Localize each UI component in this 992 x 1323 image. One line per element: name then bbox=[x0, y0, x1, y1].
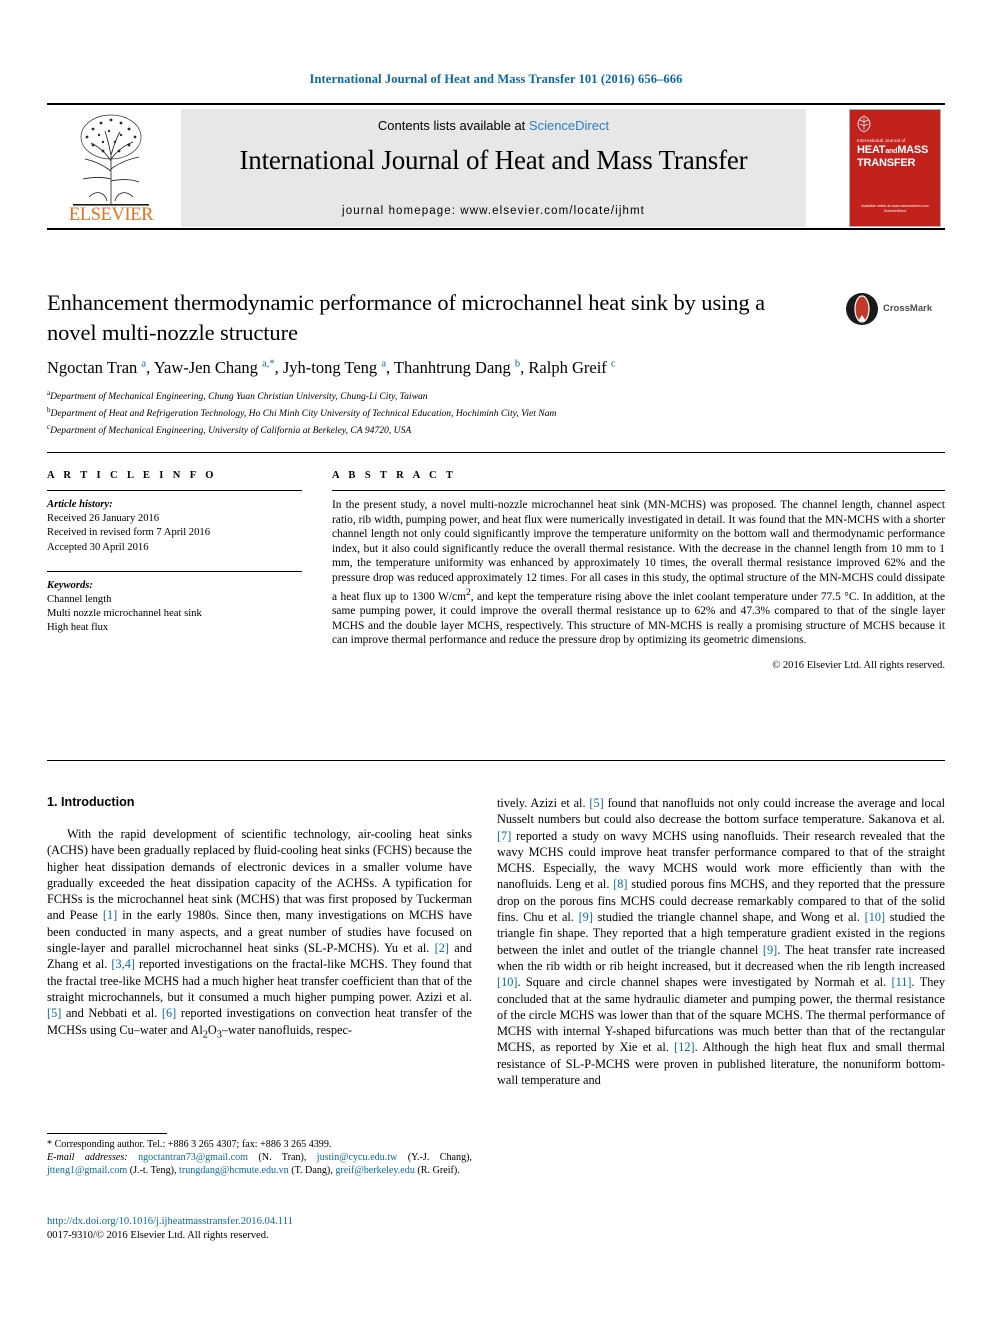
intro-paragraph-left: With the rapid development of scientific… bbox=[47, 827, 473, 1041]
cover-elsevier-mark bbox=[856, 115, 872, 133]
cover-title-line2: MASS bbox=[897, 144, 929, 156]
panel-top-rule bbox=[47, 452, 945, 453]
article-history-revised: Received in revised form 7 April 2016 bbox=[47, 527, 210, 539]
page-title: Enhancement thermodynamic performance of… bbox=[47, 290, 765, 345]
cover-footer: Available online at www.sciencedirect.co… bbox=[850, 204, 940, 214]
email-owner: (T. Dang) bbox=[291, 1165, 331, 1177]
journal-title: International Journal of Heat and Mass T… bbox=[239, 145, 748, 175]
keywords-rule bbox=[47, 570, 302, 572]
crossmark-label: CrossMark bbox=[883, 303, 933, 314]
doi-link[interactable]: http://dx.doi.org/10.1016/j.ijheatmasstr… bbox=[47, 1215, 487, 1229]
article-info-rule bbox=[47, 490, 302, 491]
corresponding-author-note: * Corresponding author. Tel.: +886 3 265… bbox=[47, 1139, 332, 1150]
panel-bottom-rule bbox=[47, 760, 945, 761]
article-info-column: A R T I C L E I N F O Article history: R… bbox=[47, 470, 302, 636]
body-right-column: tively. Azizi et al. [5] found that nano… bbox=[497, 795, 945, 1088]
crossmark-badge[interactable]: CrossMark bbox=[845, 292, 945, 332]
email-owner: (J.-t. Teng) bbox=[129, 1165, 174, 1177]
abstract-rule bbox=[332, 490, 945, 491]
email-link[interactable]: justin@cycu.edu.tw bbox=[317, 1152, 398, 1163]
paper-page: International Journal of Heat and Mass T… bbox=[0, 0, 992, 1323]
journal-homepage[interactable]: journal homepage: www.elsevier.com/locat… bbox=[181, 205, 806, 217]
article-history-received: Received 26 January 2016 bbox=[47, 513, 160, 525]
cover-title-line1: HEAT bbox=[857, 144, 886, 156]
cover-subtitle: International Journal of bbox=[857, 138, 906, 143]
article-info-heading: A R T I C L E I N F O bbox=[47, 470, 217, 481]
elsevier-wordmark: ELSEVIER bbox=[68, 205, 154, 225]
section-title-introduction: 1. Introduction bbox=[47, 795, 135, 809]
email-owner: (N. Tran) bbox=[258, 1152, 304, 1164]
cover-footer-line2: ScienceDirect bbox=[883, 209, 907, 213]
abstract-heading: A B S T R A C T bbox=[332, 470, 457, 481]
email-link[interactable]: ngoctantran73@gmail.com bbox=[138, 1152, 248, 1163]
article-history-label: Article history: bbox=[47, 499, 113, 510]
affiliation-item: bDepartment of Heat and Refrigeration Te… bbox=[47, 404, 927, 421]
contents-available-line: Contents lists available at ScienceDirec… bbox=[181, 118, 806, 133]
keywords-label: Keywords: bbox=[47, 579, 93, 591]
footer-block: http://dx.doi.org/10.1016/j.ijheatmasstr… bbox=[47, 1215, 487, 1243]
email-link[interactable]: greif@berkeley.edu bbox=[335, 1165, 415, 1176]
author-list: Ngoctan Tran a, Yaw-Jen Chang a,*, Jyh-t… bbox=[47, 358, 616, 377]
email-link[interactable]: trungdang@hcmute.edu.vn bbox=[179, 1165, 289, 1176]
keyword-item: Channel length bbox=[47, 594, 112, 606]
cover-title-line3: TRANSFER bbox=[857, 156, 916, 169]
article-history-accepted: Accepted 30 April 2016 bbox=[47, 541, 149, 553]
contents-prefix: Contents lists available at bbox=[377, 118, 529, 133]
abstract-text: In the present study, a novel multi-nozz… bbox=[332, 499, 945, 647]
email-link[interactable]: jtteng1@gmail.com bbox=[47, 1165, 127, 1176]
intro-paragraph-right: tively. Azizi et al. [5] found that nano… bbox=[497, 796, 946, 1088]
affiliation-list: aDepartment of Mechanical Engineering, C… bbox=[47, 387, 927, 437]
abstract-column: A B S T R A C T In the present study, a … bbox=[332, 470, 945, 671]
journal-masthead: ELSEVIER Contents lists available at Sci… bbox=[47, 103, 945, 230]
email-addresses-label: E-mail addresses: bbox=[47, 1152, 128, 1164]
keyword-item: Multi nozzle microchannel heat sink bbox=[47, 608, 202, 620]
affiliation-text: Department of Mechanical Engineering, Un… bbox=[50, 424, 412, 436]
affiliation-item: aDepartment of Mechanical Engineering, C… bbox=[47, 387, 927, 404]
cover-title: HEATandMASS TRANSFER bbox=[857, 144, 936, 169]
email-note: E-mail addresses: ngoctantran73@gmail.co… bbox=[47, 1152, 473, 1177]
journal-cover-thumbnail: International Journal of HEATandMASS TRA… bbox=[849, 109, 941, 227]
sciencedirect-link[interactable]: ScienceDirect bbox=[529, 118, 609, 133]
abstract-copyright: © 2016 Elsevier Ltd. All rights reserved… bbox=[772, 659, 945, 671]
cover-title-and: and bbox=[885, 148, 898, 155]
footnote-rule bbox=[47, 1133, 167, 1134]
email-owner: (R. Greif) bbox=[417, 1165, 458, 1177]
keyword-item: High heat flux bbox=[47, 622, 109, 634]
affiliation-item: cDepartment of Mechanical Engineering, U… bbox=[47, 421, 927, 438]
masthead-center: Contents lists available at ScienceDirec… bbox=[181, 109, 806, 227]
affiliation-text: Department of Heat and Refrigeration Tec… bbox=[50, 407, 557, 419]
running-head: International Journal of Heat and Mass T… bbox=[309, 72, 683, 86]
footnote-block: * Corresponding author. Tel.: +886 3 265… bbox=[47, 1138, 472, 1178]
email-owner: (Y.-J. Chang) bbox=[407, 1152, 470, 1164]
crossmark-icon bbox=[845, 292, 879, 331]
issn-copyright-line: 0017-9310/© 2016 Elsevier Ltd. All right… bbox=[47, 1230, 269, 1241]
affiliation-text: Department of Mechanical Engineering, Ch… bbox=[50, 391, 428, 403]
body-left-column: 1. Introduction With the rapid developme… bbox=[47, 795, 472, 1043]
